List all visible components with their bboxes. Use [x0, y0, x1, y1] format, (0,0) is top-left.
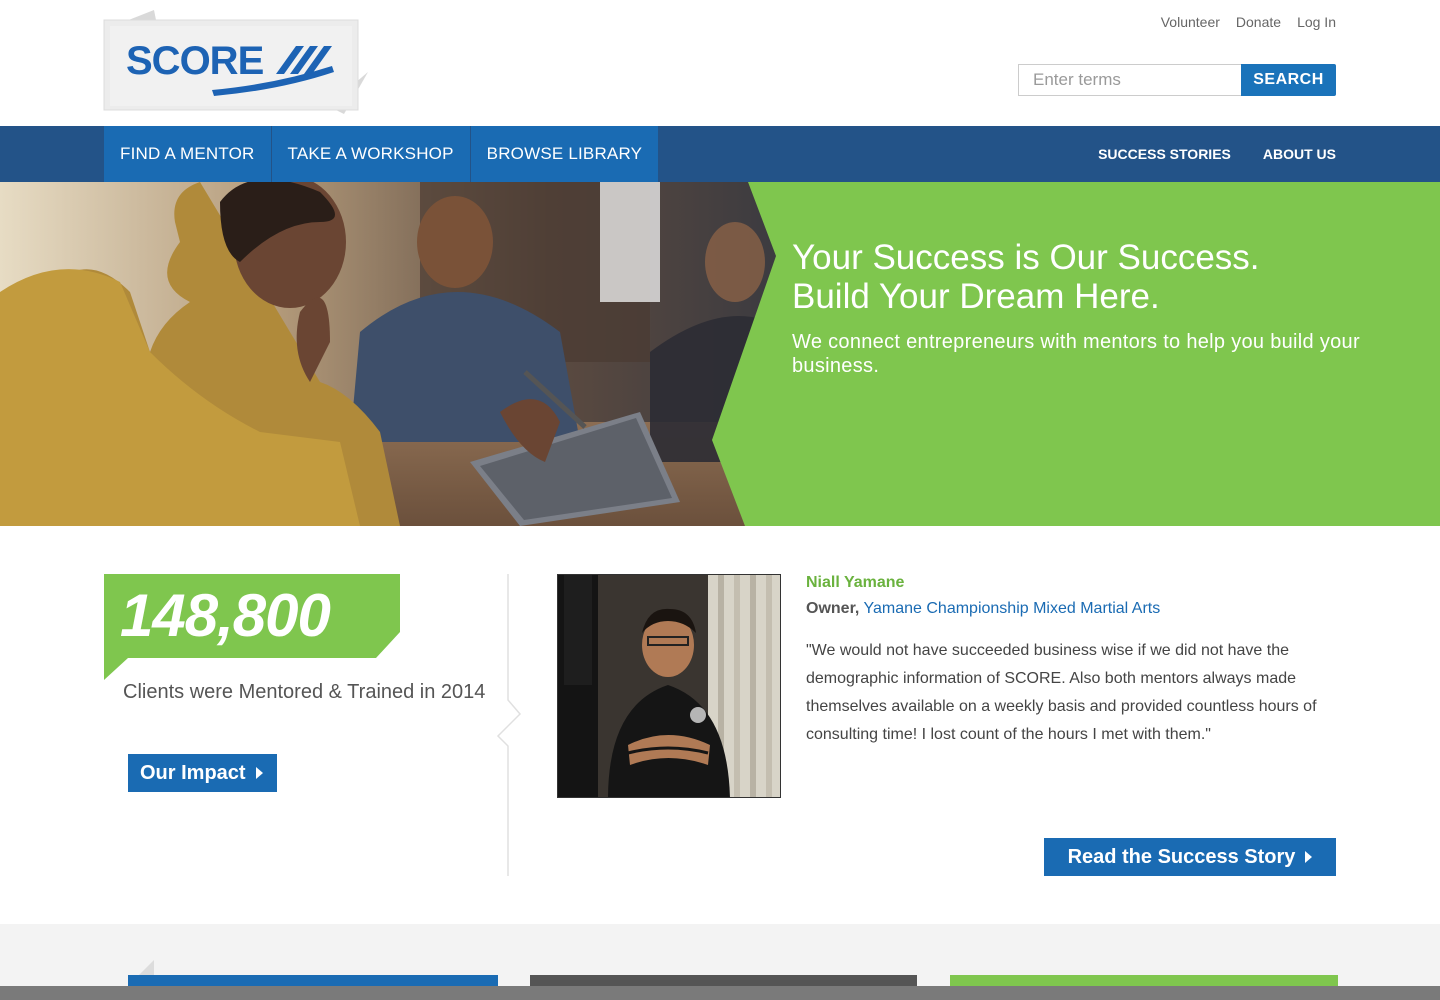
volunteer-link[interactable]: Volunteer: [1161, 14, 1220, 30]
site-header: SCORE Volunteer Donate Log In SEARCH: [0, 0, 1440, 126]
nav-take-a-workshop[interactable]: TAKE A WORKSHOP: [271, 126, 471, 182]
our-impact-button[interactable]: Our Impact: [128, 754, 277, 792]
testimonial-company-link[interactable]: Yamane Championship Mixed Martial Arts: [864, 600, 1161, 617]
nav-browse-library[interactable]: BROWSE LIBRARY: [470, 126, 660, 182]
hero-title-line1: Your Success is Our Success.: [792, 238, 1260, 277]
bottom-bar: [0, 986, 1440, 1000]
logo-wordmark: SCORE: [126, 39, 264, 83]
search-form: SEARCH: [1018, 64, 1336, 96]
login-link[interactable]: Log In: [1297, 14, 1336, 30]
our-impact-label: Our Impact: [140, 761, 246, 784]
hero-subtitle: We connect entrepreneurs with mentors to…: [792, 331, 1360, 377]
arrow-right-icon: [255, 767, 263, 779]
nav-success-stories[interactable]: SUCCESS STORIES: [1098, 146, 1231, 162]
impact-description: Clients were Mentored & Trained in 2014: [123, 681, 486, 703]
hero-title: Your Success is Our Success. Build Your …: [792, 238, 1412, 316]
testimonial-role-line: Owner, Yamane Championship Mixed Martial…: [806, 600, 1160, 618]
testimonial-quote: "We would not have succeeded business wi…: [806, 642, 1317, 743]
secondary-nav: SUCCESS STORIES ABOUT US: [1098, 126, 1336, 182]
read-success-story-button[interactable]: Read the Success Story: [1044, 838, 1336, 876]
score-logo[interactable]: SCORE: [96, 10, 368, 122]
hero-title-line2: Build Your Dream Here.: [792, 277, 1160, 316]
hero-banner: Your Success is Our Success. Build Your …: [0, 182, 1440, 526]
main-nav: FIND A MENTOR TAKE A WORKSHOP BROWSE LIB…: [0, 126, 1440, 182]
search-input[interactable]: [1018, 64, 1241, 96]
primary-nav: FIND A MENTOR TAKE A WORKSHOP BROWSE LIB…: [104, 126, 660, 182]
arrow-right-icon: [1305, 851, 1313, 863]
section-divider: [496, 574, 522, 876]
testimonial-role: Owner,: [806, 600, 860, 617]
testimonial-photo: [557, 574, 781, 798]
search-button[interactable]: SEARCH: [1241, 64, 1336, 96]
nav-find-a-mentor[interactable]: FIND A MENTOR: [104, 126, 272, 182]
testimonial-name: Niall Yamane: [806, 574, 905, 591]
donate-link[interactable]: Donate: [1236, 14, 1281, 30]
impact-number: 148,800: [120, 582, 331, 649]
nav-about-us[interactable]: ABOUT US: [1263, 146, 1336, 162]
read-success-story-label: Read the Success Story: [1067, 845, 1296, 868]
utility-links: Volunteer Donate Log In: [1161, 14, 1336, 30]
